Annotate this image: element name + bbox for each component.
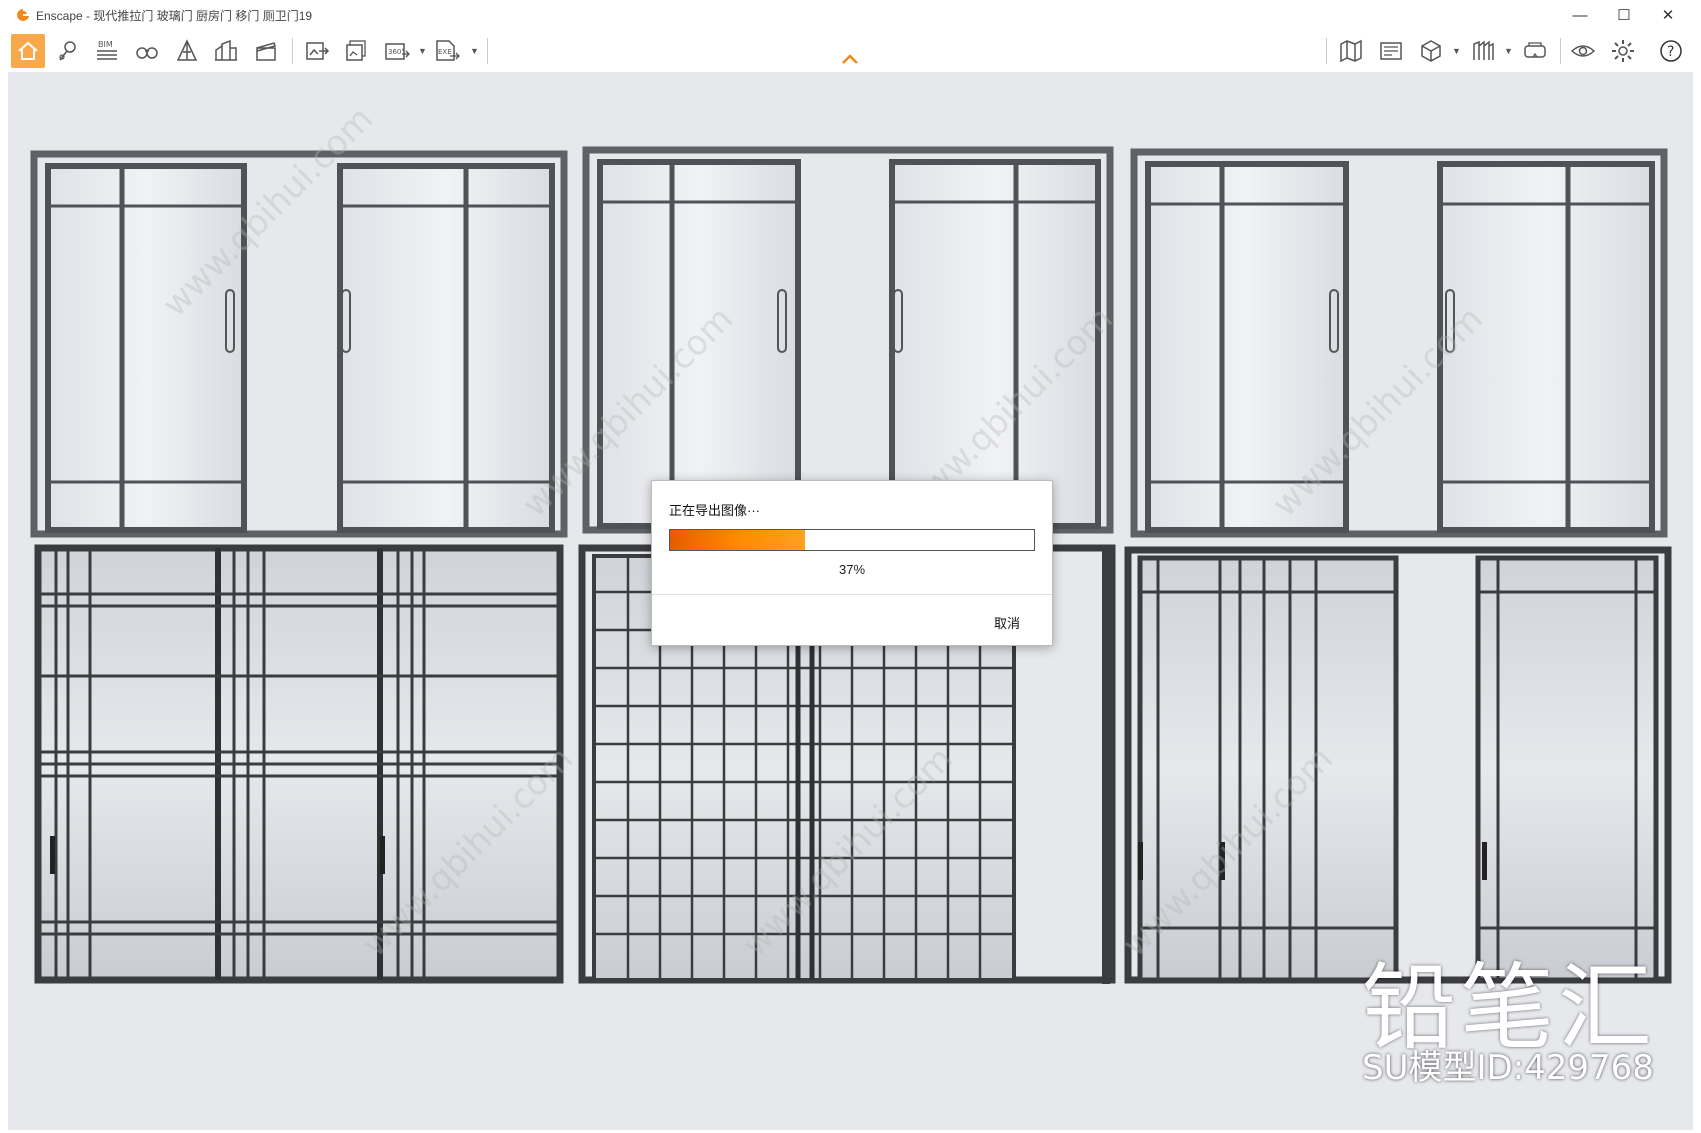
vr-headset-button[interactable] bbox=[1518, 34, 1552, 68]
bim-icon: BIM bbox=[97, 40, 117, 60]
export-progress-percent: 37% bbox=[838, 562, 866, 577]
toolbar-divider bbox=[487, 38, 488, 64]
home-icon bbox=[18, 41, 38, 60]
export-exe-button[interactable]: EXE bbox=[430, 34, 464, 68]
door-top-right bbox=[1130, 148, 1668, 538]
batch-export-icon bbox=[346, 40, 366, 61]
map-icon bbox=[1340, 39, 1362, 63]
svg-text:360°: 360° bbox=[388, 48, 405, 56]
home-button[interactable] bbox=[11, 34, 45, 68]
video-editor-button[interactable] bbox=[249, 34, 283, 68]
door-bottom-right bbox=[1124, 546, 1672, 984]
enscape-window: Enscape - 现代推拉门 玻璃门 厨房门 移门 厕卫门19 — ☐ ✕ B… bbox=[0, 0, 1701, 1133]
door-top-left bbox=[30, 150, 568, 538]
export-progress-dialog: 正在导出图像··· 37% 取消 bbox=[651, 480, 1053, 646]
minimize-button[interactable]: — bbox=[1560, 2, 1600, 28]
door-top-middle bbox=[582, 146, 1114, 534]
export-progress-fill bbox=[670, 530, 805, 550]
export-exe-dropdown-arrow[interactable]: ▼ bbox=[470, 46, 479, 56]
export-360-icon: 360° bbox=[385, 43, 410, 60]
model-id-watermark: SU模型ID:429768 bbox=[1362, 1048, 1654, 1088]
buildings-icon bbox=[215, 39, 237, 61]
batch-export-button[interactable] bbox=[340, 34, 374, 68]
settings-button[interactable] bbox=[1606, 34, 1640, 68]
svg-text:?: ? bbox=[1667, 44, 1674, 60]
svg-text:BIM: BIM bbox=[98, 40, 113, 49]
visibility-button[interactable] bbox=[1566, 34, 1600, 68]
export-360-dropdown-arrow[interactable]: ▼ bbox=[418, 46, 427, 56]
close-button[interactable]: ✕ bbox=[1648, 2, 1688, 28]
cube-view-button[interactable] bbox=[1414, 34, 1448, 68]
binoculars-icon bbox=[136, 47, 158, 59]
cube-view-icon bbox=[1421, 40, 1441, 62]
export-progress-bar bbox=[669, 529, 1035, 551]
map-button[interactable] bbox=[1334, 34, 1368, 68]
bim-button[interactable]: BIM bbox=[90, 34, 124, 68]
settings-gear-icon bbox=[1612, 40, 1634, 62]
views-button[interactable] bbox=[51, 34, 85, 68]
asset-library-icon bbox=[1380, 42, 1402, 60]
export-image-icon bbox=[306, 42, 330, 60]
enscape-logo-icon bbox=[17, 9, 29, 21]
buildings-button[interactable] bbox=[209, 34, 243, 68]
toolbar-divider bbox=[1326, 38, 1327, 64]
material-dropdown-arrow[interactable]: ▼ bbox=[1504, 46, 1513, 56]
window-title: Enscape - 现代推拉门 玻璃门 厨房门 移门 厕卫门19 bbox=[36, 9, 313, 23]
vr-headset-icon bbox=[1524, 42, 1546, 58]
dialog-divider bbox=[652, 594, 1052, 595]
door-bottom-left bbox=[34, 544, 564, 984]
perspective-icon bbox=[176, 39, 198, 61]
export-exe-icon: EXE bbox=[436, 40, 460, 61]
export-360-button[interactable]: 360° bbox=[380, 34, 414, 68]
asset-library-button[interactable] bbox=[1374, 34, 1408, 68]
material-icon bbox=[1473, 40, 1494, 60]
maximize-button[interactable]: ☐ bbox=[1604, 2, 1644, 28]
material-button[interactable] bbox=[1466, 34, 1500, 68]
location-pin-icon bbox=[59, 41, 76, 61]
collapse-toolbar-chevron-icon[interactable] bbox=[840, 52, 860, 66]
title-bar: Enscape - 现代推拉门 玻璃门 厨房门 移门 厕卫门19 bbox=[0, 0, 1701, 30]
cube-view-dropdown-arrow[interactable]: ▼ bbox=[1452, 46, 1461, 56]
export-image-button[interactable] bbox=[300, 34, 334, 68]
clapperboard-icon bbox=[256, 42, 276, 61]
binoculars-button[interactable] bbox=[130, 34, 164, 68]
perspective-button[interactable] bbox=[170, 34, 204, 68]
cancel-button[interactable]: 取消 bbox=[994, 613, 1020, 632]
help-button[interactable]: ? bbox=[1654, 34, 1688, 68]
toolbar-divider bbox=[292, 38, 293, 64]
toolbar-divider bbox=[1560, 38, 1561, 64]
help-icon: ? bbox=[1660, 40, 1682, 62]
visibility-eye-icon bbox=[1570, 45, 1596, 57]
svg-text:EXE: EXE bbox=[438, 48, 452, 56]
dialog-title: 正在导出图像··· bbox=[669, 503, 760, 518]
